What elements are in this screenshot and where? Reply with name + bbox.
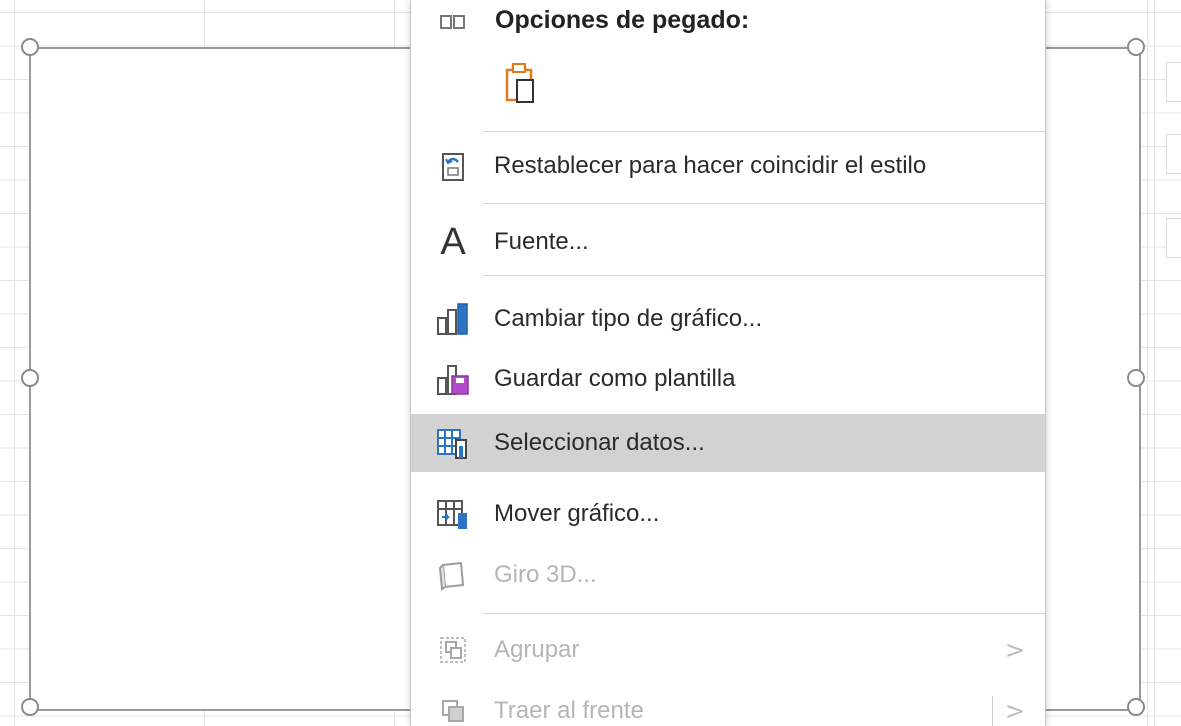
menu-item-save-template[interactable]: Guardar como plantilla <box>411 350 1045 408</box>
menu-separator <box>483 613 1045 614</box>
cell-box <box>1166 218 1181 258</box>
group-icon <box>433 630 473 670</box>
resize-handle-bottom-right[interactable] <box>1127 698 1145 716</box>
context-menu: Opciones de pegado: Restablecer para hac… <box>410 0 1046 726</box>
submenu-chevron-icon: > <box>1004 697 1025 725</box>
chart-type-icon <box>433 299 473 339</box>
resize-handle-top-left[interactable] <box>21 38 39 56</box>
menu-item-label: Cambiar tipo de gráfico... <box>494 305 763 332</box>
menu-item-reset-style[interactable]: Restablecer para hacer coincidir el esti… <box>411 137 1045 195</box>
paste-options-title: Opciones de pegado: <box>495 6 750 34</box>
menu-item-move-chart[interactable]: Mover gráfico... <box>411 485 1045 543</box>
menu-item-select-data[interactable]: Seleccionar datos... <box>411 414 1045 472</box>
font-glyph: A <box>440 220 466 263</box>
paste-options-header: Opciones de pegado: <box>411 0 1045 42</box>
menu-item-label: Fuente... <box>494 228 589 255</box>
clipboard-icon <box>501 62 537 109</box>
font-icon: A <box>433 220 473 263</box>
menu-item-group[interactable]: Agrupar > <box>411 621 1045 679</box>
submenu-chevron-icon: > <box>1004 636 1025 664</box>
menu-item-label: Mover gráfico... <box>494 500 660 527</box>
resize-handle-middle-right[interactable] <box>1127 369 1145 387</box>
menu-item-change-chart-type[interactable]: Cambiar tipo de gráfico... <box>411 290 1045 348</box>
menu-item-3d-rotation[interactable]: Giro 3D... <box>411 546 1045 604</box>
select-data-icon <box>433 423 473 463</box>
menu-item-label: Guardar como plantilla <box>494 365 736 392</box>
reset-style-icon <box>433 146 473 186</box>
submenu-divider <box>992 696 993 726</box>
paste-keep-source-button[interactable] <box>499 60 539 110</box>
resize-handle-middle-left[interactable] <box>21 369 39 387</box>
resize-handle-top-right[interactable] <box>1127 38 1145 56</box>
menu-item-label: Restablecer para hacer coincidir el esti… <box>494 152 927 179</box>
menu-separator <box>483 203 1045 204</box>
paste-options-icon <box>439 8 467 32</box>
move-chart-icon <box>433 494 473 534</box>
menu-item-label: Traer al frente <box>494 697 644 724</box>
menu-item-bring-to-front[interactable]: Traer al frente > <box>411 682 1045 726</box>
menu-separator <box>483 275 1045 276</box>
menu-item-label: Giro 3D... <box>494 561 597 588</box>
cell-box <box>1166 134 1181 174</box>
rotation-3d-icon <box>433 555 473 595</box>
menu-item-label: Seleccionar datos... <box>494 429 705 456</box>
menu-separator <box>483 131 1045 132</box>
cell-box <box>1166 62 1181 102</box>
spreadsheet-right-columns <box>1147 0 1181 726</box>
bring-front-icon <box>433 691 473 726</box>
save-template-icon <box>433 359 473 399</box>
menu-item-font[interactable]: A Fuente... <box>411 213 1045 271</box>
resize-handle-bottom-left[interactable] <box>21 698 39 716</box>
menu-item-label: Agrupar <box>494 636 580 663</box>
